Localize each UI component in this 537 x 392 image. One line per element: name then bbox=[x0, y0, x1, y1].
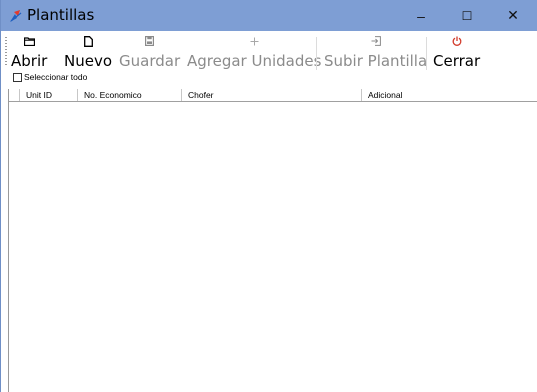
open-button[interactable]: Abrir bbox=[11, 35, 47, 71]
open-label: Abrir bbox=[11, 52, 48, 70]
new-button[interactable]: Nuevo bbox=[64, 35, 112, 71]
units-grid[interactable]: Unit ID No. Economico Chofer Adicional bbox=[8, 89, 537, 392]
add-units-label: Agregar Unidades bbox=[187, 52, 322, 70]
close-label: Cerrar bbox=[433, 52, 481, 70]
save-button[interactable]: Guardar bbox=[119, 35, 180, 71]
column-header-no-economico[interactable]: No. Economico bbox=[78, 89, 182, 101]
power-icon bbox=[449, 35, 465, 47]
grid-header: Unit ID No. Economico Chofer Adicional bbox=[9, 89, 537, 102]
select-all-label: Seleccionar todo bbox=[24, 72, 88, 82]
close-icon: ✕ bbox=[507, 7, 519, 23]
toolbar-separator bbox=[316, 37, 317, 70]
window-title: Plantillas bbox=[27, 6, 95, 24]
folder-icon bbox=[21, 35, 37, 47]
add-units-button[interactable]: Agregar Unidades bbox=[187, 35, 321, 71]
close-window-button[interactable]: ✕ bbox=[490, 0, 536, 31]
upload-template-button[interactable]: Subir Plantilla bbox=[324, 35, 427, 71]
checkbox-box[interactable] bbox=[13, 72, 22, 82]
maximize-icon: ☐ bbox=[461, 8, 473, 23]
row-selector-header[interactable] bbox=[9, 89, 20, 101]
column-header-adicional[interactable]: Adicional bbox=[362, 89, 537, 101]
column-header-unit-id[interactable]: Unit ID bbox=[20, 89, 78, 101]
select-all-checkbox[interactable]: Seleccionar todo bbox=[13, 71, 87, 83]
plus-icon bbox=[246, 35, 262, 47]
app-icon bbox=[10, 10, 22, 22]
minimize-button[interactable]: – bbox=[398, 0, 444, 31]
new-label: Nuevo bbox=[64, 52, 113, 70]
minimize-icon: – bbox=[417, 7, 425, 24]
save-icon bbox=[142, 35, 158, 47]
toolbar-grip[interactable] bbox=[5, 37, 7, 67]
plantillas-window: Plantillas – ☐ ✕ Abrir Nuevo Guardar Agr… bbox=[0, 0, 537, 392]
upload-template-label: Subir Plantilla bbox=[324, 52, 428, 70]
close-button[interactable]: Cerrar bbox=[433, 35, 480, 71]
sign-in-icon bbox=[368, 35, 384, 47]
new-document-icon bbox=[80, 35, 96, 47]
column-header-chofer[interactable]: Chofer bbox=[182, 89, 362, 101]
title-bar[interactable]: Plantillas – ☐ ✕ bbox=[1, 0, 537, 31]
maximize-button[interactable]: ☐ bbox=[444, 0, 490, 31]
save-label: Guardar bbox=[119, 52, 181, 70]
toolbar-separator bbox=[426, 37, 427, 70]
toolbar: Abrir Nuevo Guardar Agregar Unidades Sub… bbox=[1, 31, 537, 87]
